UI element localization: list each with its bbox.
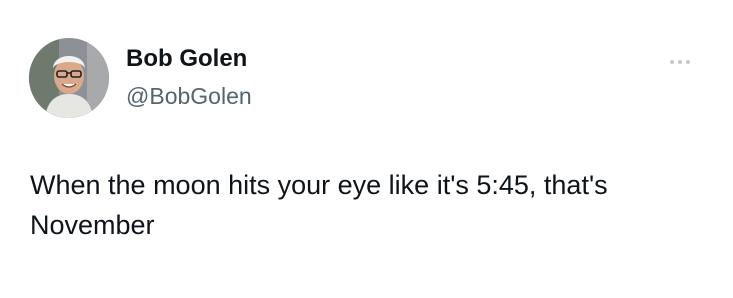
tweet-text: When the moon hits your eye like it's 5:…: [30, 170, 608, 240]
author-handle[interactable]: @BobGolen: [126, 82, 252, 110]
more-options-icon[interactable]: [662, 52, 698, 72]
avatar[interactable]: [29, 38, 109, 118]
more-dot: [678, 60, 682, 64]
more-dot: [686, 60, 690, 64]
profile-photo-icon: [29, 38, 109, 118]
author-display-name[interactable]: Bob Golen: [126, 45, 247, 73]
tweet-card: Bob Golen @BobGolen When the moon hits y…: [0, 0, 733, 298]
more-dot: [670, 60, 674, 64]
